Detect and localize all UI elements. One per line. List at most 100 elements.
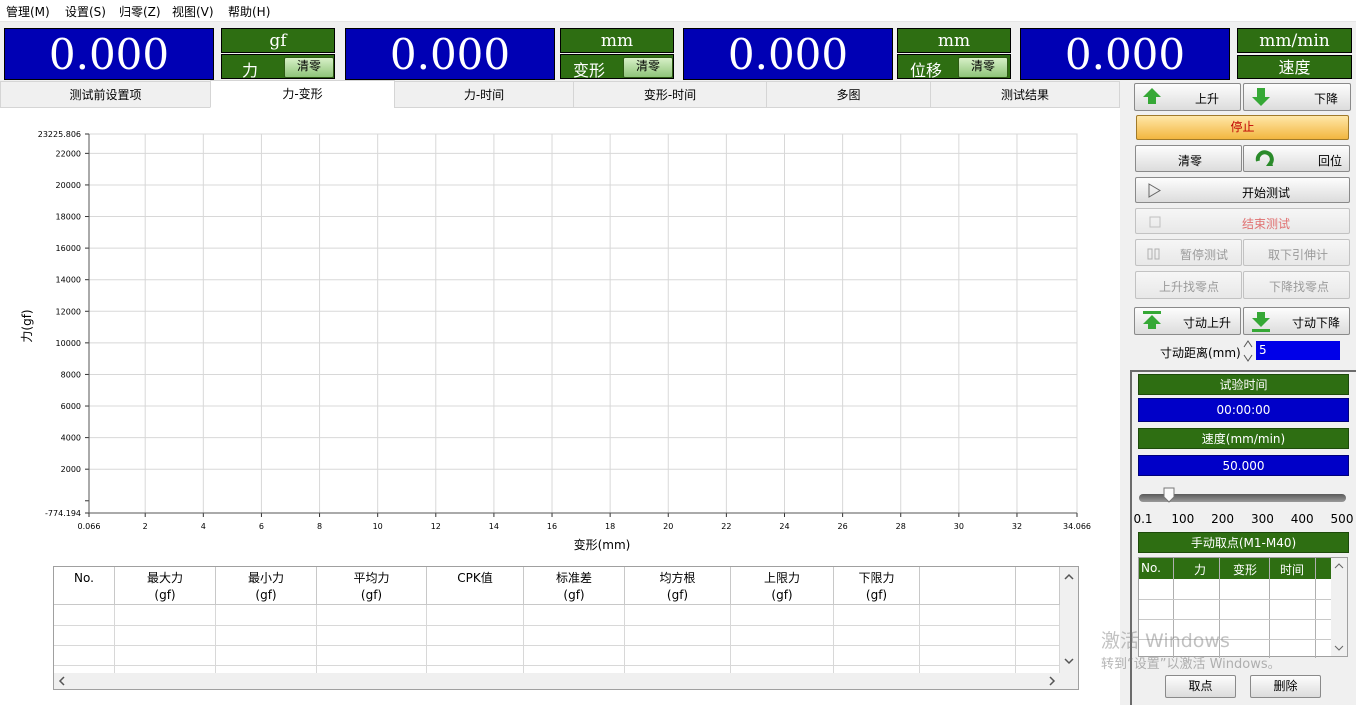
x-tick-label: 22 [721,522,731,531]
y-tick-label: 14000 [56,276,81,285]
up-find-zero-label: 上升找零点 [1159,280,1220,294]
jog-distance-input[interactable]: 5 [1256,341,1340,360]
scroll-right-icon[interactable] [1049,676,1056,686]
column-divider [114,605,115,675]
y-tick-label: 6000 [61,402,81,411]
tab-force-deformation[interactable]: 力-变形 [210,80,395,108]
table-vertical-scrollbar[interactable] [1060,567,1078,673]
jog-distance-spinner[interactable] [1241,338,1255,364]
table-header-cell[interactable]: CPK值 [427,567,524,605]
header-unit: (gf) [255,588,277,602]
take-point-button[interactable]: 取点 [1165,675,1236,698]
remove-extensometer-button[interactable]: 取下引伸计 [1243,239,1350,266]
header-title: No. [74,571,94,585]
scroll-left-icon[interactable] [58,676,65,686]
displacement-label-box: 位移 清零 [897,54,1011,80]
displacement-zero-button[interactable]: 清零 [958,57,1008,78]
speed-label: 速度 [1237,55,1352,79]
table-row[interactable] [54,645,1060,666]
speed-slider-thumb[interactable] [1163,487,1175,503]
spinner-down-icon[interactable] [1243,354,1253,362]
spinner-up-icon[interactable] [1243,340,1253,348]
menu-view[interactable]: 视图(V) [172,3,214,20]
zero-button[interactable]: 清零 [1135,145,1242,172]
y-tick-label: 16000 [56,244,81,253]
scroll-up-icon[interactable] [1064,573,1074,580]
up-button[interactable]: 上升 [1134,83,1241,111]
points-table-scrollbar[interactable] [1331,558,1347,656]
points-scroll-down-icon[interactable] [1334,645,1344,651]
header-title: 均方根 [659,571,696,585]
displacement-label: 位移 [910,61,943,80]
y-tick-label: 22000 [56,149,81,158]
table-horizontal-scrollbar[interactable] [54,673,1078,689]
pause-test-label: 暂停测试 [1180,248,1229,262]
x-tick-label: 0.066 [78,522,101,531]
down-button[interactable]: 下降 [1243,83,1351,111]
start-test-label: 开始测试 [1242,186,1291,200]
slider-tick-label: 0.1 [1133,512,1153,526]
table-header-cell[interactable]: 均方根 (gf) [625,567,731,605]
speed-display: 0.000 [1020,28,1230,80]
tab-force-time[interactable]: 力-时间 [394,81,574,108]
header-title: 最大力 [146,571,183,585]
test-time-header: 试验时间 [1138,374,1349,395]
jog-down-arrow-icon [1252,318,1270,327]
x-tick-label: 18 [605,522,615,531]
x-tick-label: 2 [143,522,148,531]
deformation-label: 变形 [573,61,606,80]
menu-help[interactable]: 帮助(H) [228,3,270,20]
tab-pretest-settings[interactable]: 测试前设置项 [0,81,211,108]
stop-square-icon [1149,216,1161,228]
deformation-label-box: 变形 清零 [560,54,674,80]
points-scroll-up-icon[interactable] [1334,563,1344,569]
table-header-cell[interactable]: 下限力 (gf) [834,567,920,605]
up-find-zero-button[interactable]: 上升找零点 [1135,271,1242,299]
table-header-cell[interactable]: 标准差 (gf) [524,567,625,605]
table-header-cell[interactable] [1016,567,1060,605]
deformation-zero-button[interactable]: 清零 [623,57,673,78]
menu-zero[interactable]: 归零(Z) [119,3,161,20]
table-header-cell[interactable]: No. [54,567,115,605]
down-find-zero-button[interactable]: 下降找零点 [1243,271,1350,299]
table-header-cell[interactable]: 上限力 (gf) [731,567,834,605]
table-header-cell[interactable]: 平均力 (gf) [317,567,427,605]
tab-test-results[interactable]: 测试结果 [930,81,1120,108]
table-header-cell[interactable]: 最大力 (gf) [115,567,216,605]
table-row[interactable] [54,605,1060,626]
slider-tick-label: 100 [1171,512,1195,526]
table-header-cell[interactable]: 最小力 (gf) [216,567,317,605]
column-divider [1015,605,1016,675]
tab-deformation-time[interactable]: 变形-时间 [573,81,767,108]
y-tick-label: 8000 [61,370,81,379]
pause-test-button[interactable]: 暂停测试 [1135,239,1242,266]
test-time-value: 00:00:00 [1138,398,1349,422]
column-divider [919,605,920,675]
start-test-button[interactable]: 开始测试 [1135,177,1350,203]
jog-down-button[interactable]: 寸动下降 [1243,307,1350,335]
x-tick-label: 6 [259,522,264,531]
force-zero-button[interactable]: 清零 [284,57,334,78]
delete-point-button[interactable]: 删除 [1250,675,1321,698]
force-unit: gf [221,28,335,53]
header-unit: (gf) [360,588,383,602]
table-header-cell[interactable] [920,567,1016,605]
table-row[interactable] [54,625,1060,646]
results-table: No. 最大力 (gf) 最小力 (gf) 平均力 (gf) CPK值 标准差 (gf) 均方根 (g… [53,566,1079,690]
speed-setting-value[interactable]: 50.000 [1138,455,1349,476]
menu-manage[interactable]: 管理(M) [6,3,50,20]
x-tick-label: 10 [373,522,383,531]
stop-button[interactable]: 停止 [1136,115,1349,140]
points-col-force: 力 [1193,563,1206,577]
header-unit: (gf) [154,588,176,602]
activation-watermark-title: 激活 Windows [1101,630,1230,652]
jog-up-button[interactable]: 寸动上升 [1134,307,1241,335]
scroll-down-icon[interactable] [1064,658,1074,665]
end-test-button[interactable]: 结束测试 [1135,208,1350,234]
tab-multi-chart[interactable]: 多图 [766,81,931,108]
x-tick-label: 24 [779,522,789,531]
y-tick-label: 12000 [56,307,81,316]
menu-settings[interactable]: 设置(S) [65,3,106,20]
home-button[interactable]: 回位 [1243,145,1350,172]
deformation-display: 0.000 [345,28,555,80]
